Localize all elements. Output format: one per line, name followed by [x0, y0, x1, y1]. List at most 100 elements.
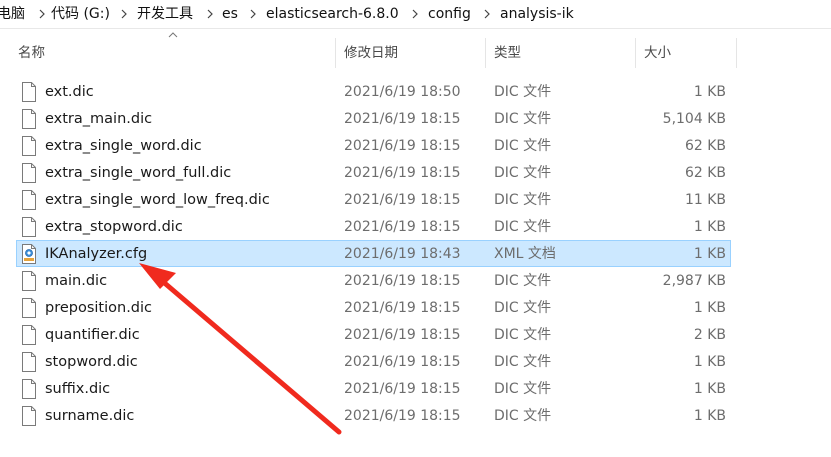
chevron-right-icon[interactable] [120, 4, 128, 24]
chevron-right-icon[interactable] [411, 4, 419, 24]
file-type: DIC 文件 [494, 219, 552, 235]
file-type: DIC 文件 [494, 84, 552, 100]
file-modified-date: 2021/6/19 18:15 [344, 192, 461, 208]
file-row[interactable]: extra_single_word_full.dic 2021/6/19 18:1… [16, 159, 731, 186]
file-modified-date: 2021/6/19 18:15 [344, 273, 461, 289]
file-modified-date: 2021/6/19 18:50 [344, 84, 461, 100]
document-icon [21, 271, 37, 291]
file-modified-date: 2021/6/19 18:15 [344, 354, 461, 370]
file-row[interactable]: preposition.dic 2021/6/19 18:15 DIC 文件 1 KB [16, 294, 731, 321]
column-divider[interactable] [635, 38, 636, 68]
file-type: XML 文档 [494, 246, 556, 262]
breadcrumb-item-devtools[interactable]: 开发工具 [137, 4, 193, 24]
file-modified-date: 2021/6/19 18:15 [344, 138, 461, 154]
document-icon [21, 190, 37, 210]
file-name: stopword.dic [45, 354, 138, 370]
chevron-right-icon[interactable] [38, 4, 46, 24]
xml-document-icon [21, 244, 37, 264]
chevron-right-icon[interactable] [249, 4, 257, 24]
breadcrumb-item-config[interactable]: config [428, 4, 471, 24]
column-header-name[interactable]: 名称 [18, 38, 45, 68]
file-size: 5,104 KB [662, 111, 726, 127]
file-name: extra_single_word_low_freq.dic [45, 192, 270, 208]
breadcrumb-item-es[interactable]: es [222, 4, 238, 24]
file-size: 62 KB [684, 138, 726, 154]
file-type: DIC 文件 [494, 192, 552, 208]
document-icon [21, 406, 37, 426]
file-row[interactable]: IKAnalyzer.cfg 2021/6/19 18:43 XML 文档 1 KB [16, 240, 731, 267]
file-type: DIC 文件 [494, 327, 552, 343]
file-size: 1 KB [693, 84, 726, 100]
document-icon [21, 298, 37, 318]
file-modified-date: 2021/6/19 18:15 [344, 381, 461, 397]
address-bar[interactable]: 电脑 代码 (G:) 开发工具 es elasticsearch-6.8.0 c… [0, 0, 831, 29]
file-size: 62 KB [684, 165, 726, 181]
file-row[interactable]: extra_main.dic 2021/6/19 18:15 DIC 文件 5,104… [16, 105, 731, 132]
document-icon [21, 352, 37, 372]
file-modified-date: 2021/6/19 18:15 [344, 165, 461, 181]
file-row[interactable]: ext.dic 2021/6/19 18:50 DIC 文件 1 KB [16, 78, 731, 105]
file-name: suffix.dic [45, 381, 111, 397]
file-modified-date: 2021/6/19 18:15 [344, 111, 461, 127]
file-type: DIC 文件 [494, 273, 552, 289]
file-size: 1 KB [693, 246, 726, 262]
document-icon [21, 379, 37, 399]
file-size: 2 KB [693, 327, 726, 343]
file-type: DIC 文件 [494, 165, 552, 181]
file-type: DIC 文件 [494, 381, 552, 397]
file-size: 1 KB [693, 300, 726, 316]
file-size: 1 KB [693, 354, 726, 370]
file-type: DIC 文件 [494, 138, 552, 154]
file-name: preposition.dic [45, 300, 153, 316]
file-name: extra_stopword.dic [45, 219, 183, 235]
file-row[interactable]: extra_stopword.dic 2021/6/19 18:15 DIC 文件 1… [16, 213, 731, 240]
column-header-date[interactable]: 修改日期 [344, 38, 398, 68]
column-divider[interactable] [736, 38, 737, 68]
document-icon [21, 136, 37, 156]
column-divider[interactable] [335, 38, 336, 68]
file-row[interactable]: suffix.dic 2021/6/19 18:15 DIC 文件 1 KB [16, 375, 731, 402]
file-modified-date: 2021/6/19 18:15 [344, 327, 461, 343]
document-icon [21, 325, 37, 345]
column-header-type[interactable]: 类型 [494, 38, 521, 68]
file-row[interactable]: surname.dic 2021/6/19 18:15 DIC 文件 1 KB [16, 402, 731, 429]
file-modified-date: 2021/6/19 18:15 [344, 219, 461, 235]
file-row[interactable]: quantifier.dic 2021/6/19 18:15 DIC 文件 2 KB [16, 321, 731, 348]
chevron-right-icon[interactable] [206, 4, 214, 24]
column-header-row: 名称 修改日期 类型 大小 [0, 38, 831, 68]
document-icon [21, 82, 37, 102]
file-type: DIC 文件 [494, 111, 552, 127]
file-name: extra_single_word_full.dic [45, 165, 232, 181]
document-icon [21, 217, 37, 237]
file-size: 1 KB [693, 381, 726, 397]
breadcrumb-item-drive[interactable]: 代码 (G:) [51, 4, 110, 24]
file-size: 11 KB [684, 192, 726, 208]
file-name: surname.dic [45, 408, 135, 424]
file-name: ext.dic [45, 84, 94, 100]
file-type: DIC 文件 [494, 300, 552, 316]
document-icon [21, 163, 37, 183]
file-name: IKAnalyzer.cfg [45, 246, 148, 262]
file-type: DIC 文件 [494, 354, 552, 370]
file-row[interactable]: extra_single_word.dic 2021/6/19 18:15 DIC … [16, 132, 731, 159]
chevron-right-icon[interactable] [483, 4, 491, 24]
file-size: 1 KB [693, 219, 726, 235]
column-header-size[interactable]: 大小 [644, 38, 671, 68]
file-name: extra_single_word.dic [45, 138, 202, 154]
file-row[interactable]: main.dic 2021/6/19 18:15 DIC 文件 2,987 KB [16, 267, 731, 294]
file-name: extra_main.dic [45, 111, 153, 127]
file-row[interactable]: stopword.dic 2021/6/19 18:15 DIC 文件 1 KB [16, 348, 731, 375]
document-icon [21, 109, 37, 129]
breadcrumb-item-analysis-ik[interactable]: analysis-ik [500, 4, 574, 24]
file-modified-date: 2021/6/19 18:15 [344, 300, 461, 316]
file-name: quantifier.dic [45, 327, 140, 343]
breadcrumb-item-pc[interactable]: 电脑 [0, 4, 25, 24]
file-name: main.dic [45, 273, 108, 289]
breadcrumb-item-elasticsearch[interactable]: elasticsearch-6.8.0 [266, 4, 399, 24]
file-type: DIC 文件 [494, 408, 552, 424]
file-row[interactable]: extra_single_word_low_freq.dic 2021/6/19 … [16, 186, 731, 213]
file-size: 2,987 KB [662, 273, 726, 289]
column-divider[interactable] [485, 38, 486, 68]
file-modified-date: 2021/6/19 18:43 [344, 246, 461, 262]
file-size: 1 KB [693, 408, 726, 424]
